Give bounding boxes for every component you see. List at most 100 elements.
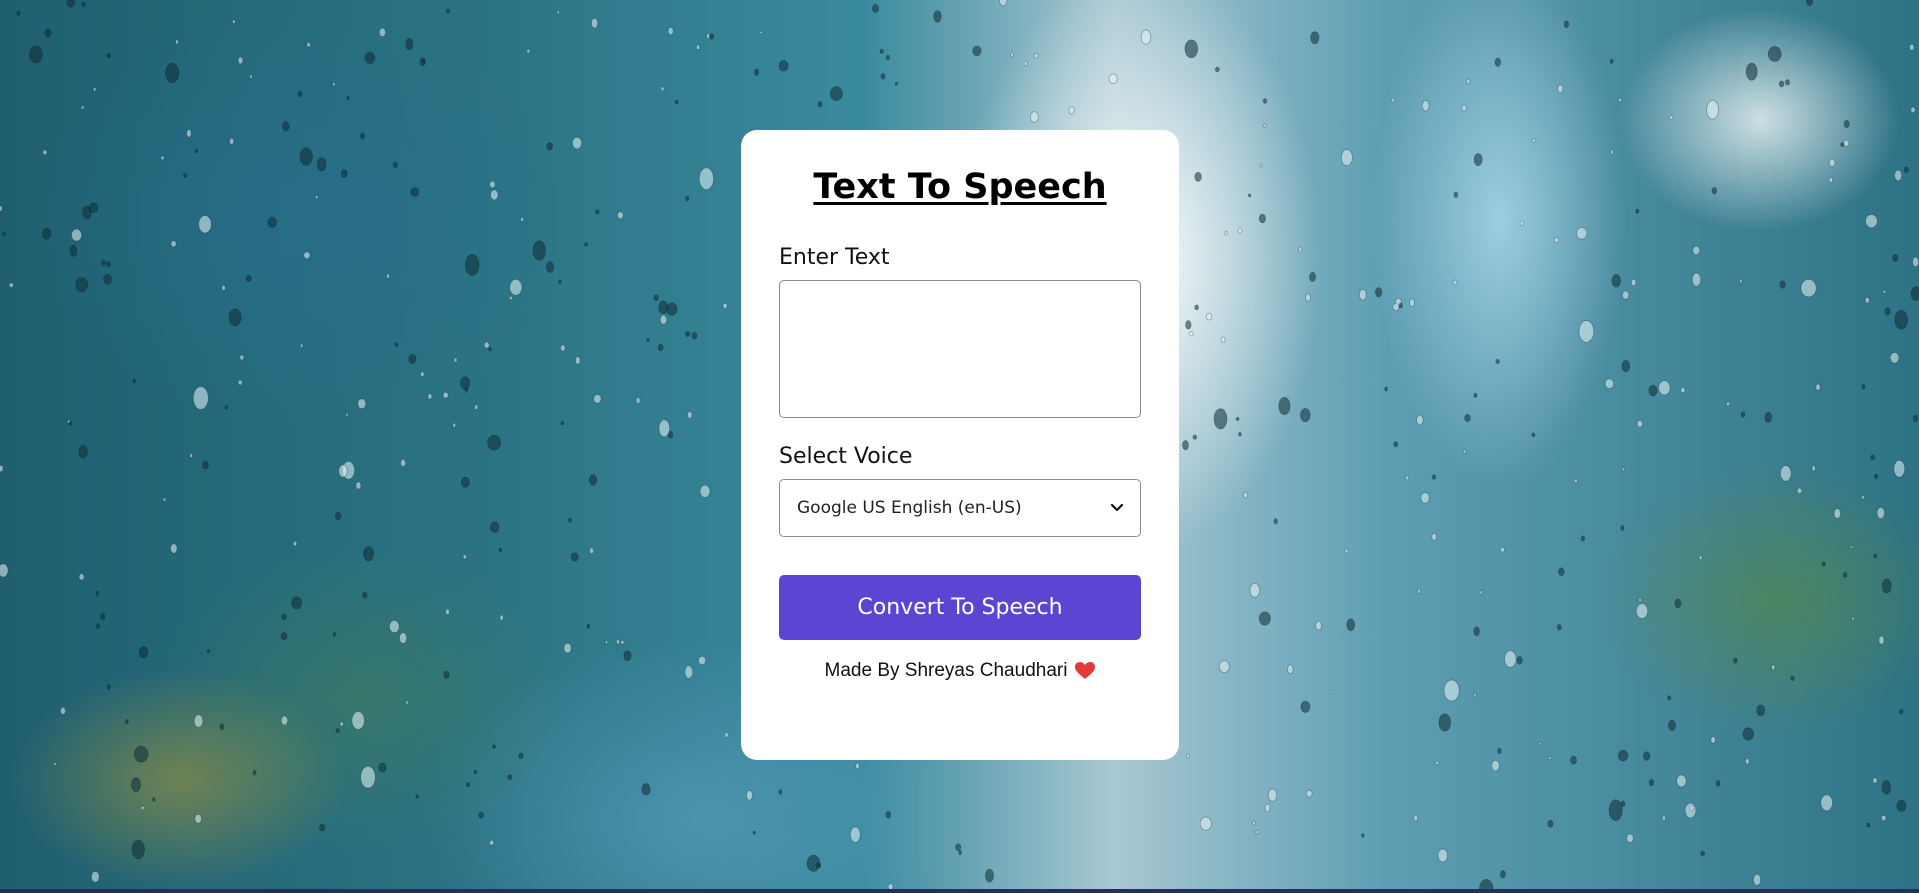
raindrop (1912, 414, 1918, 423)
raindrop (175, 39, 179, 45)
raindrop (170, 543, 178, 554)
raindrop (778, 60, 789, 72)
raindrop (1896, 799, 1907, 812)
raindrop (1010, 52, 1014, 58)
raindrop (132, 378, 136, 384)
raindrop (1548, 756, 1552, 761)
raindrop (520, 216, 524, 222)
voice-select[interactable]: Google US English (en-US) (779, 479, 1141, 537)
raindrop (1573, 478, 1578, 484)
raindrop (60, 707, 66, 715)
raindrop (1676, 774, 1687, 788)
raindrop (635, 397, 641, 404)
raindrop (1881, 578, 1892, 594)
raindrop (291, 596, 303, 610)
enter-text-label: Enter Text (779, 245, 890, 270)
raindrop (1556, 623, 1562, 631)
raindrop (202, 460, 209, 470)
raindrop (252, 769, 257, 776)
raindrop (1340, 149, 1353, 167)
raindrop (1910, 106, 1916, 114)
raindrop (1668, 115, 1674, 120)
raindrop (1273, 518, 1278, 525)
raindrop (1519, 220, 1524, 227)
raindrop (8, 282, 14, 288)
raindrop (0, 464, 4, 473)
raindrop (1185, 320, 1192, 330)
raindrop (16, 10, 21, 16)
raindrop (464, 387, 469, 393)
raindrop (593, 394, 602, 404)
raindrop (1756, 704, 1766, 717)
raindrop (363, 546, 375, 562)
raindrop (446, 8, 450, 14)
raindrop (1578, 320, 1595, 343)
raindrop (1881, 780, 1892, 795)
raindrop (1873, 553, 1878, 559)
raindrop (442, 391, 449, 399)
raindrop (1194, 304, 1199, 311)
raindrop (1620, 525, 1625, 532)
raindrop (1479, 590, 1483, 595)
raindrop (1849, 545, 1854, 549)
raindrop (1247, 193, 1252, 198)
raindrop (999, 0, 1008, 7)
raindrop (488, 346, 492, 352)
raindrop (106, 684, 111, 690)
text-input[interactable] (779, 280, 1141, 418)
raindrop (1538, 741, 1542, 746)
raindrop (360, 132, 365, 140)
raindrop (245, 274, 252, 283)
raindrop (1870, 454, 1876, 461)
raindrop (1800, 278, 1817, 298)
raindrop (1842, 571, 1848, 578)
raindrop (1745, 758, 1750, 765)
raindrop (1192, 434, 1198, 440)
raindrop (1443, 679, 1460, 702)
raindrop (1497, 747, 1502, 755)
raindrop (1258, 611, 1271, 626)
raindrop (1898, 708, 1904, 715)
raindrop (1437, 848, 1449, 863)
raindrop (1305, 293, 1311, 302)
raindrop (1413, 814, 1419, 822)
raindrop (1563, 20, 1569, 28)
raindrop (427, 393, 433, 400)
raindrop (1805, 0, 1814, 6)
raindrop (133, 745, 149, 763)
raindrop (99, 612, 106, 621)
raindrop (1194, 171, 1202, 182)
raindrop (292, 540, 298, 547)
raindrop (170, 240, 177, 248)
raindrop (518, 752, 524, 759)
raindrop (389, 619, 400, 634)
raindrop (595, 209, 600, 215)
raindrop (1431, 532, 1437, 541)
raindrop (445, 608, 450, 616)
raindrop (698, 167, 715, 191)
raindrop (1692, 245, 1701, 256)
raindrop (1893, 460, 1906, 478)
raindrop (817, 101, 823, 108)
raindrop (1029, 111, 1039, 123)
raindrop (198, 215, 212, 234)
convert-to-speech-button[interactable]: Convert To Speech (779, 575, 1141, 640)
raindrop (507, 774, 513, 780)
raindrop (1630, 278, 1637, 287)
raindrop (871, 3, 880, 14)
raindrop (1740, 411, 1746, 418)
raindrop (492, 744, 496, 749)
raindrop (360, 765, 376, 789)
raindrop (464, 254, 480, 276)
raindrop (1259, 163, 1263, 168)
raindrop (778, 789, 783, 795)
raindrop (194, 148, 199, 154)
raindrop (0, 205, 3, 212)
raindrop (443, 670, 450, 679)
raindrop (1392, 303, 1400, 311)
raindrop (306, 42, 311, 48)
raindrop (399, 632, 408, 644)
raindrop (1531, 138, 1536, 144)
raindrop (1864, 296, 1870, 304)
raindrop (1881, 814, 1887, 822)
